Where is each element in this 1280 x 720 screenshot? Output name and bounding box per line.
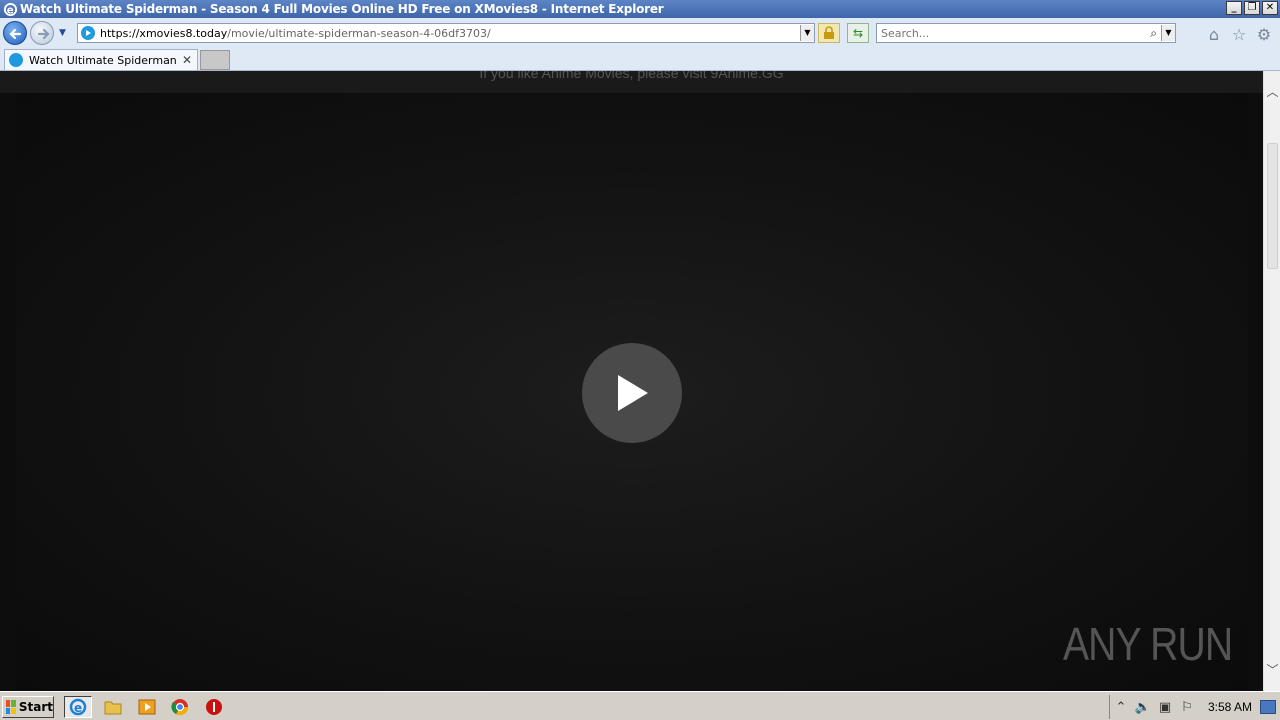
search-dropdown-icon[interactable]: ▼ <box>1161 25 1175 41</box>
address-dropdown-icon[interactable]: ▼ <box>800 25 814 41</box>
volume-icon[interactable]: 🔈 <box>1132 700 1154 715</box>
minimize-button[interactable]: _ <box>1226 1 1242 15</box>
taskbar-ie-button[interactable]: e <box>64 696 92 718</box>
site-favicon-icon <box>81 26 95 40</box>
svg-text:e: e <box>74 701 82 715</box>
refresh-icon: ⇆ <box>852 26 864 40</box>
taskbar: Start e ⌃ 🔈 ▣ ⚐ 3:58 AM <box>0 691 1280 720</box>
vertical-scrollbar[interactable]: ︿ ﹀ <box>1263 71 1280 691</box>
back-button[interactable] <box>3 21 27 45</box>
forward-arrow-icon <box>37 28 50 40</box>
play-icon <box>618 375 648 411</box>
scroll-down-icon[interactable]: ﹀ <box>1264 661 1280 678</box>
scroll-thumb[interactable] <box>1267 143 1278 269</box>
folder-icon <box>104 701 122 715</box>
back-arrow-icon <box>9 28 22 40</box>
close-window-button[interactable]: ✕ <box>1262 1 1278 15</box>
security-lock-button[interactable] <box>818 23 840 43</box>
forward-button[interactable] <box>30 21 54 45</box>
network-icon[interactable]: ▣ <box>1154 700 1176 715</box>
windows-flag-icon <box>6 700 16 714</box>
taskbar-chrome-button[interactable] <box>166 696 194 718</box>
maximize-button[interactable]: ❐ <box>1244 1 1260 15</box>
title-bar: e Watch Ultimate Spiderman - Season 4 Fu… <box>0 0 1280 18</box>
taskbar-explorer-button[interactable] <box>99 696 127 718</box>
clock[interactable]: 3:58 AM <box>1208 700 1252 714</box>
start-label: Start <box>18 700 53 714</box>
tab-active[interactable]: Watch Ultimate Spiderman - ... ✕ <box>4 49 198 70</box>
chrome-icon <box>171 699 189 716</box>
svg-text:e: e <box>6 4 13 16</box>
tab-close-icon[interactable]: ✕ <box>182 53 192 67</box>
start-button[interactable]: Start <box>2 696 54 718</box>
window-title: Watch Ultimate Spiderman - Season 4 Full… <box>20 2 664 16</box>
system-tray: ⌃ 🔈 ▣ ⚐ 3:58 AM <box>1108 695 1280 719</box>
refresh-button[interactable]: ⇆ <box>847 23 869 43</box>
tab-label: Watch Ultimate Spiderman - ... <box>29 53 179 67</box>
video-player[interactable] <box>16 93 1248 691</box>
scroll-up-icon[interactable]: ︿ <box>1264 83 1280 100</box>
anime-notice[interactable]: If you like Anime Movies, please visit 9… <box>0 71 1263 81</box>
page-content: If you like Anime Movies, please visit 9… <box>0 71 1263 691</box>
ie-icon: e <box>69 698 87 716</box>
tab-bar: Watch Ultimate Spiderman - ... ✕ <box>0 48 1280 71</box>
ie-logo-icon: e <box>2 1 18 17</box>
watermark-text: ANY RUN <box>1062 618 1233 670</box>
address-bar[interactable]: https://xmovies8.today/movie/ultimate-sp… <box>77 23 815 43</box>
lock-icon <box>824 26 834 39</box>
navigation-bar: ▼ https://xmovies8.today/movie/ultimate-… <box>0 18 1280 48</box>
play-button[interactable] <box>582 343 682 443</box>
action-center-flag-icon[interactable]: ⚐ <box>1176 700 1198 715</box>
search-box[interactable]: ⌕ ▼ <box>876 23 1176 43</box>
show-hidden-icons-icon[interactable]: ⌃ <box>1110 700 1132 715</box>
taskbar-media-player-button[interactable] <box>133 696 161 718</box>
stop-icon <box>206 699 222 715</box>
tab-favicon-icon <box>9 53 23 67</box>
new-tab-button[interactable] <box>200 50 230 70</box>
favorites-star-icon[interactable]: ☆ <box>1230 26 1248 44</box>
taskbar-opera-button[interactable] <box>200 696 228 718</box>
media-player-icon <box>138 699 156 715</box>
show-desktop-icon[interactable] <box>1260 700 1276 714</box>
home-icon[interactable]: ⌂ <box>1205 26 1223 44</box>
search-input[interactable] <box>881 26 1151 40</box>
url-host: https://xmovies8.today <box>100 26 228 40</box>
recent-pages-dropdown-icon[interactable]: ▼ <box>59 28 66 38</box>
url-path: /movie/ultimate-spiderman-season-4-06df3… <box>227 26 491 40</box>
search-icon[interactable]: ⌕ <box>1150 26 1157 41</box>
settings-gear-icon[interactable]: ⚙ <box>1255 26 1273 44</box>
anyrun-watermark: ANY RUN <box>1048 617 1247 671</box>
